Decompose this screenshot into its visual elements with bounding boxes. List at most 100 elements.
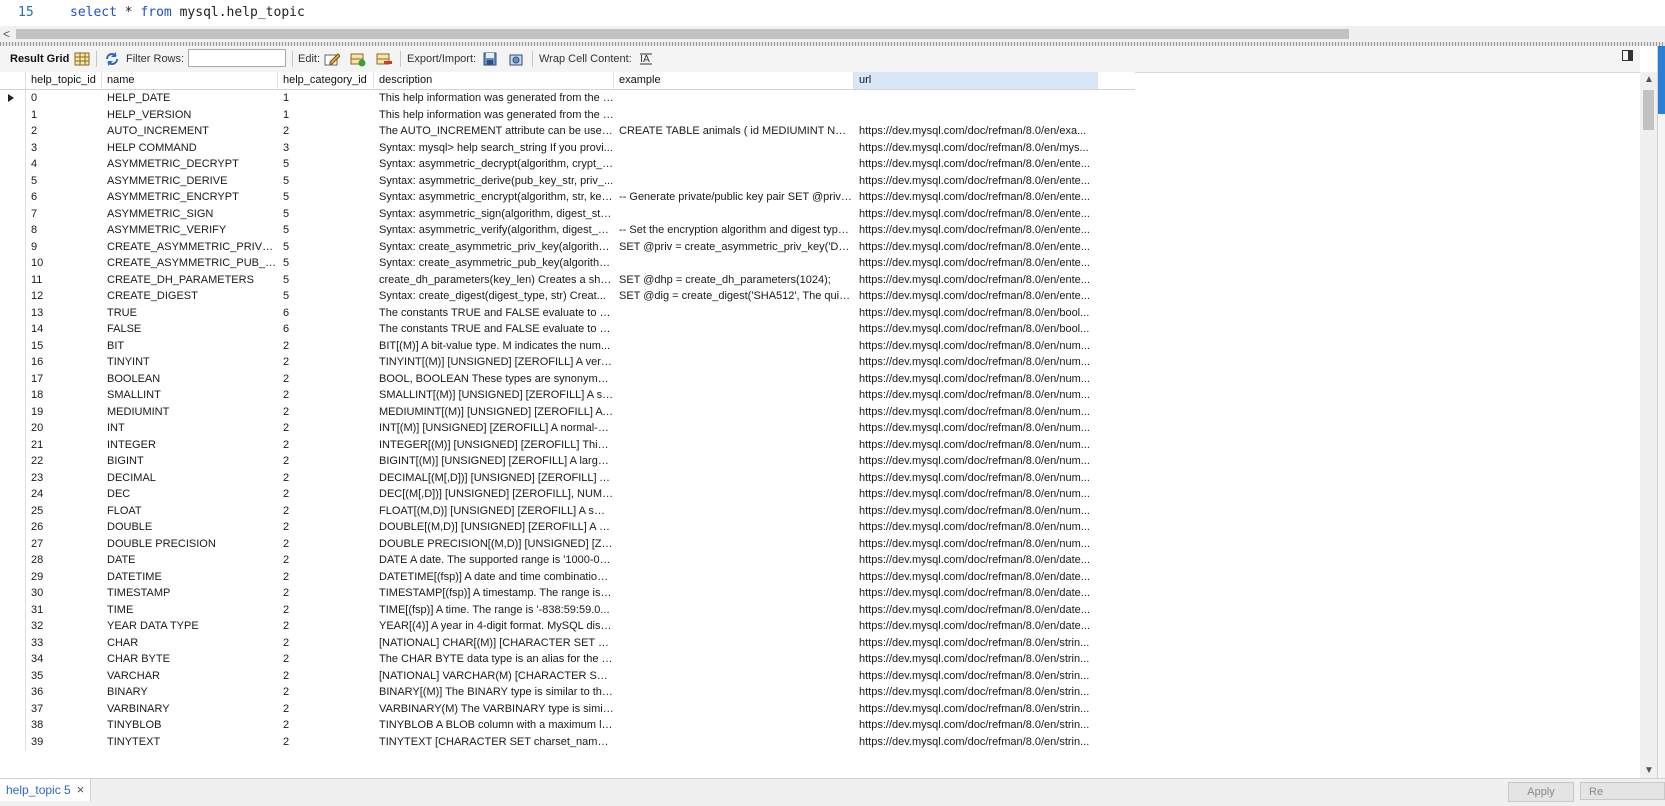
cell-help-topic-id[interactable]: 5 xyxy=(26,173,102,190)
result-tab[interactable]: help_topic 5 × xyxy=(0,779,92,801)
cell-example[interactable] xyxy=(614,470,854,487)
cell-description[interactable]: TINYINT[(M)] [UNSIGNED] [ZEROFILL] A ver… xyxy=(374,354,614,371)
cell-example[interactable] xyxy=(614,387,854,404)
cell-help-topic-id[interactable]: 31 xyxy=(26,602,102,619)
cell-example[interactable]: SET @dig = create_digest('SHA512', The q… xyxy=(614,288,854,305)
cell-help-topic-id[interactable]: 29 xyxy=(26,569,102,586)
cell-name[interactable]: SMALLINT xyxy=(102,387,278,404)
row-header[interactable] xyxy=(0,403,26,421)
cell-help-topic-id[interactable]: 26 xyxy=(26,519,102,536)
table-row[interactable]: 31 TIME 2 TIME[(fsp)] A time. The range is … xyxy=(0,601,1135,619)
cell-help-topic-id[interactable]: 33 xyxy=(26,635,102,652)
cell-help-category-id[interactable]: 2 xyxy=(278,453,374,470)
cell-name[interactable]: MEDIUMINT xyxy=(102,404,278,421)
cell-description[interactable]: INT[(M)] [UNSIGNED] [ZEROFILL] A normal-… xyxy=(374,420,614,437)
cell-description[interactable]: Syntax: asymmetric_derive(pub_key_str, p… xyxy=(374,173,614,190)
row-header[interactable] xyxy=(0,255,26,272)
cell-example[interactable] xyxy=(614,140,854,157)
cell-url[interactable]: https://dev.mysql.com/doc/refman/8.0/en/… xyxy=(854,140,1098,157)
cell-help-category-id[interactable]: 5 xyxy=(278,272,374,289)
cell-description[interactable]: This help information was generated from… xyxy=(374,90,614,107)
cell-description[interactable]: DOUBLE PRECISION[(M,D)] [UNSIGNED] [ZERO… xyxy=(374,536,614,553)
cell-description[interactable]: DATETIME[(fsp)] A date and time combinat… xyxy=(374,569,614,586)
cell-description[interactable]: Syntax: asymmetric_verify(algorithm, dig… xyxy=(374,222,614,239)
cell-name[interactable]: ASYMMETRIC_DECRYPT xyxy=(102,156,278,173)
table-row[interactable]: 2 AUTO_INCREMENT 2 The AUTO_INCREMENT attri… xyxy=(0,123,1135,140)
table-row[interactable]: 10 CREATE_ASYMMETRIC_PUB_KEY 5 Syntax: crea… xyxy=(0,255,1135,272)
cell-example[interactable]: -- Set the encryption algorithm and dige… xyxy=(614,222,854,239)
cell-url[interactable]: https://dev.mysql.com/doc/refman/8.0/en/… xyxy=(854,222,1098,239)
cell-help-topic-id[interactable]: 11 xyxy=(26,272,102,289)
cell-example[interactable] xyxy=(614,552,854,569)
cell-example[interactable] xyxy=(614,651,854,668)
cell-example[interactable]: -- Generate private/public key pair SET … xyxy=(614,189,854,206)
cell-help-topic-id[interactable]: 27 xyxy=(26,536,102,553)
cell-description[interactable]: Syntax: create_asymmetric_pub_key(algori… xyxy=(374,255,614,272)
cell-help-topic-id[interactable]: 38 xyxy=(26,717,102,734)
cell-name[interactable]: HELP_VERSION xyxy=(102,107,278,124)
column-header-example[interactable]: example xyxy=(614,72,854,89)
cell-name[interactable]: CREATE_DH_PARAMETERS xyxy=(102,272,278,289)
cell-name[interactable]: YEAR DATA TYPE xyxy=(102,618,278,635)
cell-description[interactable]: SMALLINT[(M)] [UNSIGNED] [ZEROFILL] A sm… xyxy=(374,387,614,404)
cell-url[interactable]: https://dev.mysql.com/doc/refman/8.0/en/… xyxy=(854,173,1098,190)
row-header[interactable] xyxy=(0,156,26,173)
cell-name[interactable]: DATETIME xyxy=(102,569,278,586)
grid-view-icon[interactable] xyxy=(74,51,90,67)
row-header[interactable] xyxy=(0,222,26,239)
row-header[interactable] xyxy=(0,634,26,652)
cell-url[interactable]: https://dev.mysql.com/doc/refman/8.0/en/… xyxy=(854,239,1098,256)
toggle-side-panel-icon[interactable] xyxy=(1622,50,1633,61)
close-tab-icon[interactable]: × xyxy=(77,782,85,797)
row-header[interactable] xyxy=(0,337,26,355)
cell-description[interactable]: create_dh_parameters(key_len) Creates a … xyxy=(374,272,614,289)
cell-name[interactable]: CHAR BYTE xyxy=(102,651,278,668)
cell-example[interactable] xyxy=(614,585,854,602)
row-header[interactable] xyxy=(0,271,26,289)
wrap-text-icon[interactable]: IA xyxy=(638,51,654,67)
cell-url[interactable]: https://dev.mysql.com/doc/refman/8.0/en/… xyxy=(854,206,1098,223)
cell-help-category-id[interactable]: 2 xyxy=(278,651,374,668)
cell-url[interactable]: https://dev.mysql.com/doc/refman/8.0/en/… xyxy=(854,404,1098,421)
cell-name[interactable]: ASYMMETRIC_VERIFY xyxy=(102,222,278,239)
cell-url[interactable] xyxy=(854,107,1098,124)
cell-name[interactable]: ASYMMETRIC_SIGN xyxy=(102,206,278,223)
cell-description[interactable]: This help information was generated from… xyxy=(374,107,614,124)
cell-help-topic-id[interactable]: 4 xyxy=(26,156,102,173)
table-row[interactable]: 15 BIT 2 BIT[(M)] A bit-value type. M indic… xyxy=(0,337,1135,355)
cell-description[interactable]: FLOAT[(M,D)] [UNSIGNED] [ZEROFILL] A sma… xyxy=(374,503,614,520)
sql-query[interactable]: select * from mysql.help_topic xyxy=(70,5,305,20)
table-row[interactable]: 25 FLOAT 2 FLOAT[(M,D)] [UNSIGNED] [ZEROFIL… xyxy=(0,502,1135,520)
cell-description[interactable]: TIMESTAMP[(fsp)] A timestamp. The range … xyxy=(374,585,614,602)
cell-help-topic-id[interactable]: 10 xyxy=(26,255,102,272)
table-row[interactable]: 9 CREATE_ASYMMETRIC_PRIV_KEY 5 Syntax: crea… xyxy=(0,238,1135,256)
row-header[interactable] xyxy=(0,535,26,553)
cell-help-topic-id[interactable]: 1 xyxy=(26,107,102,124)
cell-help-category-id[interactable]: 2 xyxy=(278,486,374,503)
result-grid-label[interactable]: Result Grid xyxy=(10,46,69,72)
cell-help-category-id[interactable]: 5 xyxy=(278,255,374,272)
table-row[interactable]: 37 VARBINARY 2 VARBINARY(M) The VARBINARY t… xyxy=(0,700,1135,718)
cell-name[interactable]: INTEGER xyxy=(102,437,278,454)
cell-example[interactable] xyxy=(614,701,854,718)
cell-description[interactable]: TINYTEXT [CHARACTER SET charset_name] [C… xyxy=(374,734,614,751)
cell-name[interactable]: ASYMMETRIC_ENCRYPT xyxy=(102,189,278,206)
table-row[interactable]: 36 BINARY 2 BINARY[(M)] The BINARY type is … xyxy=(0,684,1135,701)
row-header[interactable] xyxy=(0,601,26,619)
cell-help-topic-id[interactable]: 37 xyxy=(26,701,102,718)
cell-help-category-id[interactable]: 2 xyxy=(278,354,374,371)
cell-description[interactable]: The AUTO_INCREMENT attribute can be used… xyxy=(374,123,614,140)
cell-name[interactable]: DECIMAL xyxy=(102,470,278,487)
cell-help-topic-id[interactable]: 7 xyxy=(26,206,102,223)
table-row[interactable]: 13 TRUE 6 The constants TRUE and FALSE eval… xyxy=(0,304,1135,322)
cell-url[interactable]: https://dev.mysql.com/doc/refman/8.0/en/… xyxy=(854,338,1098,355)
row-header[interactable] xyxy=(0,568,26,586)
cell-help-category-id[interactable]: 2 xyxy=(278,717,374,734)
cell-url[interactable]: https://dev.mysql.com/doc/refman/8.0/en/… xyxy=(854,569,1098,586)
result-grid-side-tab[interactable] xyxy=(1658,46,1665,114)
side-panel-tabs[interactable] xyxy=(1657,46,1665,786)
cell-help-topic-id[interactable]: 24 xyxy=(26,486,102,503)
cell-help-topic-id[interactable]: 32 xyxy=(26,618,102,635)
table-row[interactable]: 32 YEAR DATA TYPE 2 YEAR[(4)] A year in 4-d… xyxy=(0,618,1135,635)
cell-example[interactable] xyxy=(614,255,854,272)
